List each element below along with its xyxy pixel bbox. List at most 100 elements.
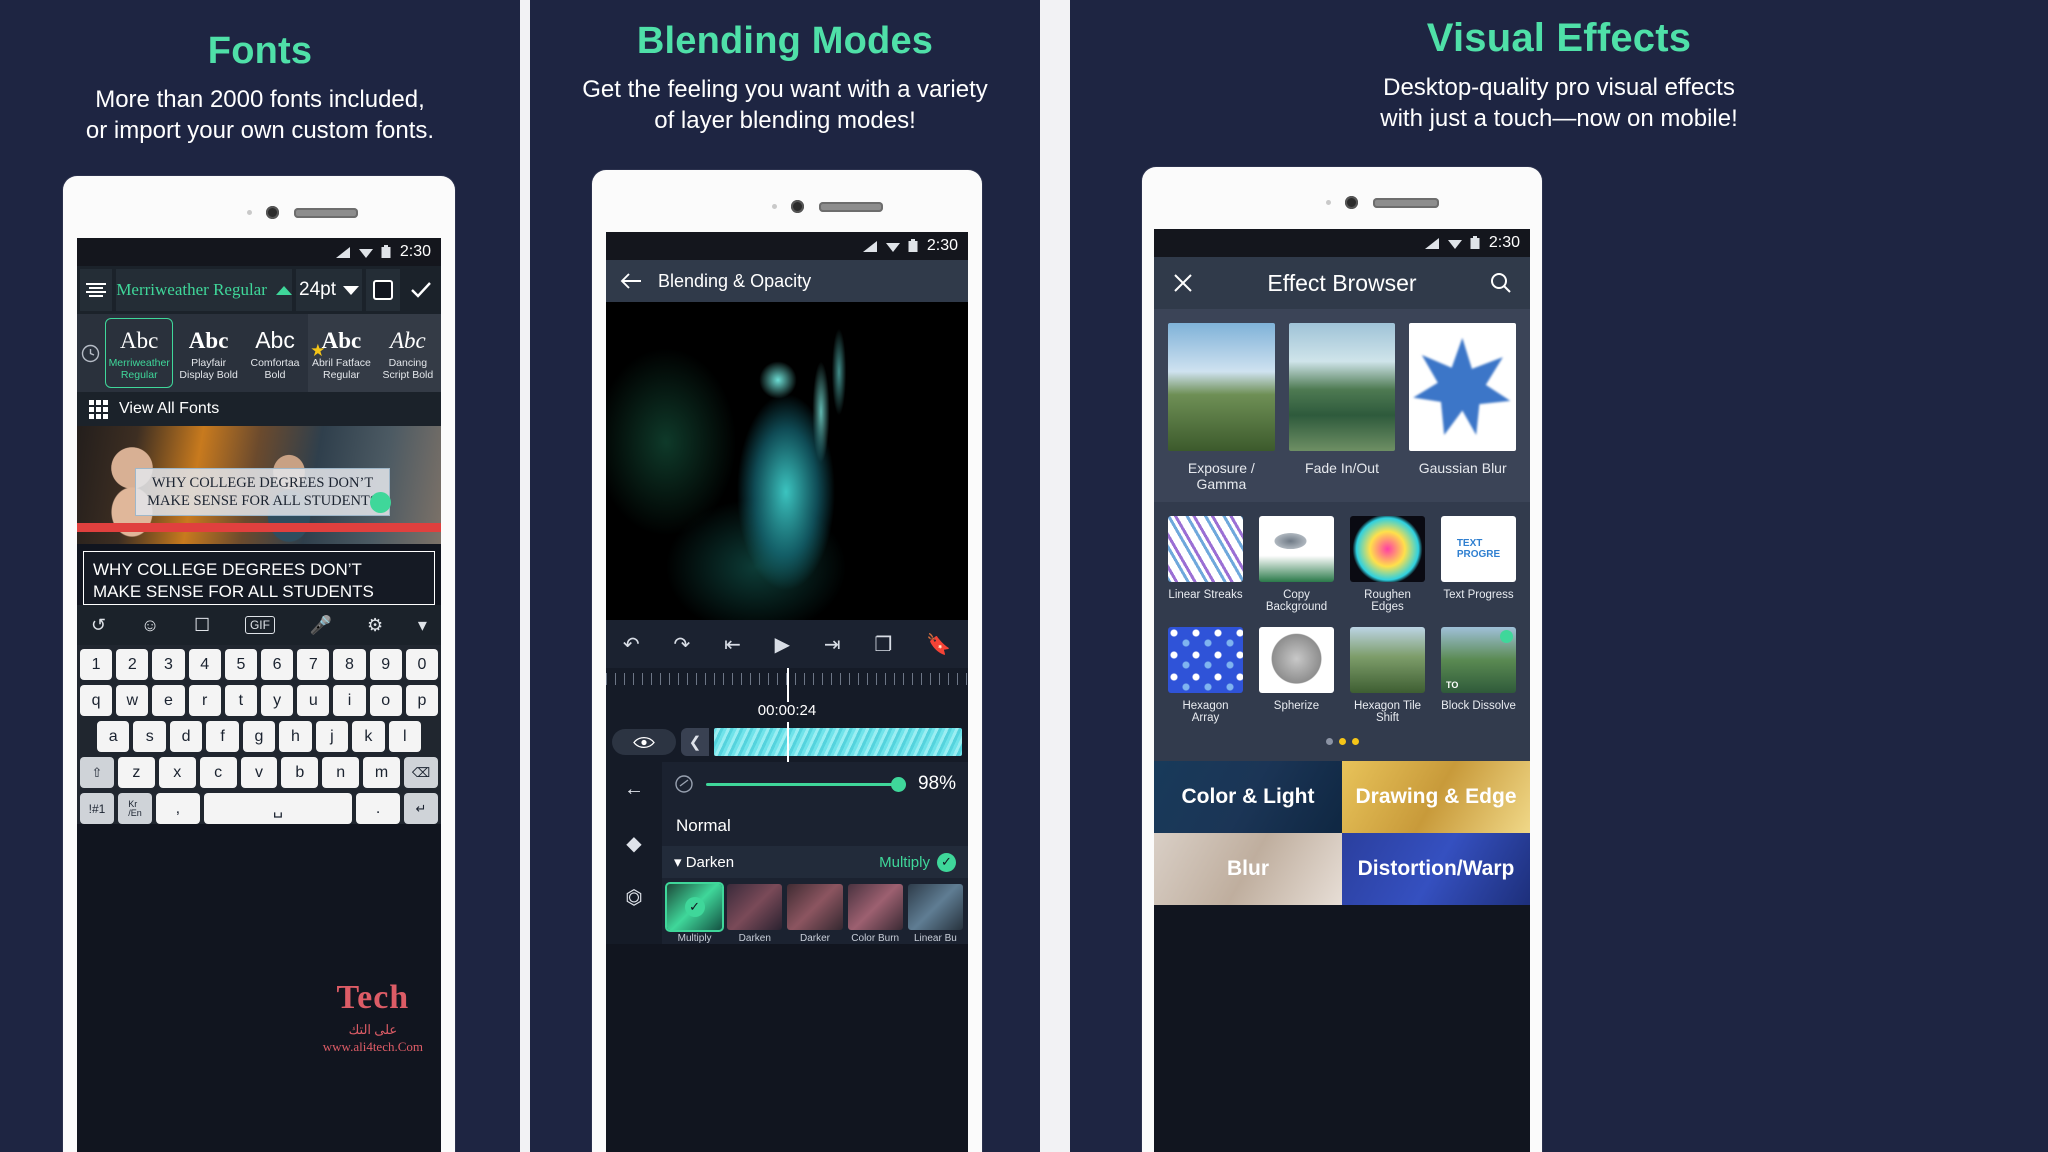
- layer-resize-handle[interactable]: [370, 492, 391, 513]
- key[interactable]: v: [240, 757, 278, 788]
- key[interactable]: s: [133, 721, 166, 752]
- font-chip[interactable]: Abc Merriweather Regular: [105, 318, 174, 388]
- font-name-dropdown[interactable]: Merriweather Regular: [116, 269, 292, 311]
- shift-key[interactable]: ⇧: [80, 757, 114, 788]
- page-dot[interactable]: [1338, 738, 1346, 745]
- microphone-icon[interactable]: 🎤: [310, 615, 332, 636]
- skip-to-start-icon[interactable]: ⇤: [724, 632, 741, 657]
- key[interactable]: b: [281, 757, 319, 788]
- play-icon[interactable]: ▶: [775, 632, 790, 657]
- chevron-left-icon[interactable]: ❮: [681, 728, 709, 756]
- key[interactable]: e: [152, 685, 185, 716]
- effect-item[interactable]: TO Block Dissolve: [1441, 627, 1516, 724]
- key[interactable]: 3: [152, 649, 185, 680]
- category-tile[interactable]: Distortion/Warp: [1342, 833, 1530, 905]
- arrow-left-icon[interactable]: ←: [606, 762, 662, 816]
- backspace-key[interactable]: ⌫: [404, 757, 439, 788]
- blend-group-header[interactable]: ▾ Darken Multiply ✓: [662, 846, 968, 878]
- blend-mode-item[interactable]: ✓ Multiply: [664, 882, 725, 944]
- key[interactable]: q: [79, 685, 113, 716]
- text-input-field[interactable]: WHY COLLEGE DEGREES DON’T MAKE SENSE FOR…: [83, 551, 435, 605]
- gif-icon[interactable]: GIF: [244, 616, 275, 634]
- space-key[interactable]: ␣: [203, 793, 353, 824]
- language-key[interactable]: Kr /En: [118, 793, 152, 824]
- confirm-text-button[interactable]: [404, 269, 439, 311]
- skip-to-end-icon[interactable]: ⇥: [824, 632, 841, 657]
- comma-key[interactable]: ,: [156, 793, 200, 824]
- recent-fonts-button[interactable]: [77, 314, 103, 392]
- effect-item[interactable]: Linear Streaks: [1168, 516, 1243, 613]
- keyframe-diamond-icon[interactable]: ◆: [606, 816, 662, 870]
- key[interactable]: g: [242, 721, 276, 752]
- layer-visibility-toggle[interactable]: [612, 729, 676, 755]
- key[interactable]: y: [261, 685, 294, 716]
- key[interactable]: h: [279, 721, 312, 752]
- key[interactable]: 7: [297, 649, 330, 680]
- opacity-row[interactable]: 98%: [662, 762, 968, 806]
- font-chip[interactable]: ★ Abc Abril Fatface Regular: [308, 314, 375, 392]
- page-dot[interactable]: [1325, 738, 1333, 745]
- link-icon[interactable]: [674, 774, 694, 794]
- gear-icon[interactable]: ⚙: [367, 615, 383, 636]
- effect-item[interactable]: Roughen Edges: [1350, 516, 1425, 613]
- effect-item[interactable]: Hexagon Array: [1168, 627, 1243, 724]
- page-dot[interactable]: [1351, 738, 1359, 745]
- font-size-dropdown[interactable]: 24pt: [295, 269, 363, 311]
- key[interactable]: n: [322, 757, 360, 788]
- arrow-left-icon[interactable]: [620, 272, 642, 290]
- blend-mode-thumbnails[interactable]: ✓ Multiply Darken Darker Color Burn Line…: [662, 878, 968, 944]
- emoji-icon[interactable]: ☺: [141, 615, 159, 636]
- effect-item[interactable]: Spherize: [1259, 627, 1334, 724]
- text-align-button[interactable]: [80, 269, 113, 311]
- key[interactable]: t: [224, 685, 257, 716]
- opacity-slider[interactable]: [706, 776, 906, 792]
- translate-icon[interactable]: ↺: [91, 615, 106, 636]
- sticker-icon[interactable]: ☐: [194, 615, 210, 636]
- chevron-down-icon[interactable]: ▾: [418, 615, 427, 636]
- featured-effect-card[interactable]: Exposure / Gamma: [1168, 323, 1275, 492]
- transform-icon[interactable]: ⏣: [606, 870, 662, 924]
- enter-key[interactable]: ↵: [404, 793, 438, 824]
- redo-icon[interactable]: ↷: [673, 632, 690, 657]
- video-preview[interactable]: [606, 302, 968, 620]
- featured-effects-carousel[interactable]: Exposure / Gamma Fade In/Out Gaussian Bl…: [1154, 309, 1530, 502]
- playhead[interactable]: [787, 668, 789, 702]
- current-blend-mode[interactable]: Normal: [662, 806, 968, 846]
- canvas-preview[interactable]: WHY COLLEGE DEGREES DON’T MAKE SENSE FOR…: [77, 426, 441, 544]
- effect-grid[interactable]: Linear Streaks Copy Background Roughen E…: [1154, 502, 1530, 761]
- blend-mode-item[interactable]: Linear Bu: [907, 884, 964, 944]
- category-tile[interactable]: Color & Light: [1154, 761, 1342, 833]
- font-chip[interactable]: Abc Dancing Script Bold: [374, 314, 441, 392]
- effect-item[interactable]: TEXT PROGRE Text Progress: [1441, 516, 1516, 613]
- key[interactable]: 1: [79, 649, 113, 680]
- key[interactable]: r: [188, 685, 221, 716]
- close-icon[interactable]: [1172, 272, 1194, 294]
- on-screen-keyboard[interactable]: 1 2 3 4 5 6 7 8 9 0 q w e r t y u i o p …: [77, 645, 441, 824]
- blend-mode-item[interactable]: Darken: [727, 884, 783, 944]
- key[interactable]: 2: [116, 649, 149, 680]
- key[interactable]: c: [199, 757, 237, 788]
- key[interactable]: 0: [405, 649, 439, 680]
- effect-item[interactable]: Hexagon Tile Shift: [1350, 627, 1425, 724]
- key[interactable]: d: [169, 721, 203, 752]
- undo-icon[interactable]: ↶: [623, 632, 640, 657]
- key[interactable]: 8: [333, 649, 366, 680]
- key[interactable]: 5: [224, 649, 257, 680]
- timeline-ruler[interactable]: [606, 668, 968, 702]
- featured-effect-card[interactable]: Fade In/Out: [1288, 323, 1396, 492]
- key[interactable]: j: [315, 721, 349, 752]
- key[interactable]: m: [363, 757, 401, 788]
- carousel-page-dots[interactable]: [1168, 738, 1516, 751]
- key[interactable]: 6: [261, 649, 294, 680]
- slider-knob[interactable]: [890, 776, 906, 792]
- timeline-track-row[interactable]: ❮: [606, 722, 968, 762]
- period-key[interactable]: .: [356, 793, 400, 824]
- key[interactable]: a: [97, 721, 130, 752]
- key[interactable]: x: [158, 757, 196, 788]
- category-tile[interactable]: Blur: [1154, 833, 1342, 905]
- canvas-text-layer[interactable]: WHY COLLEGE DEGREES DON’T MAKE SENSE FOR…: [135, 468, 390, 517]
- font-chip[interactable]: Abc Comfortaa Bold: [242, 314, 308, 392]
- font-chip[interactable]: Abc Playfair Display Bold: [175, 314, 241, 392]
- key[interactable]: f: [206, 721, 239, 752]
- key[interactable]: u: [297, 685, 330, 716]
